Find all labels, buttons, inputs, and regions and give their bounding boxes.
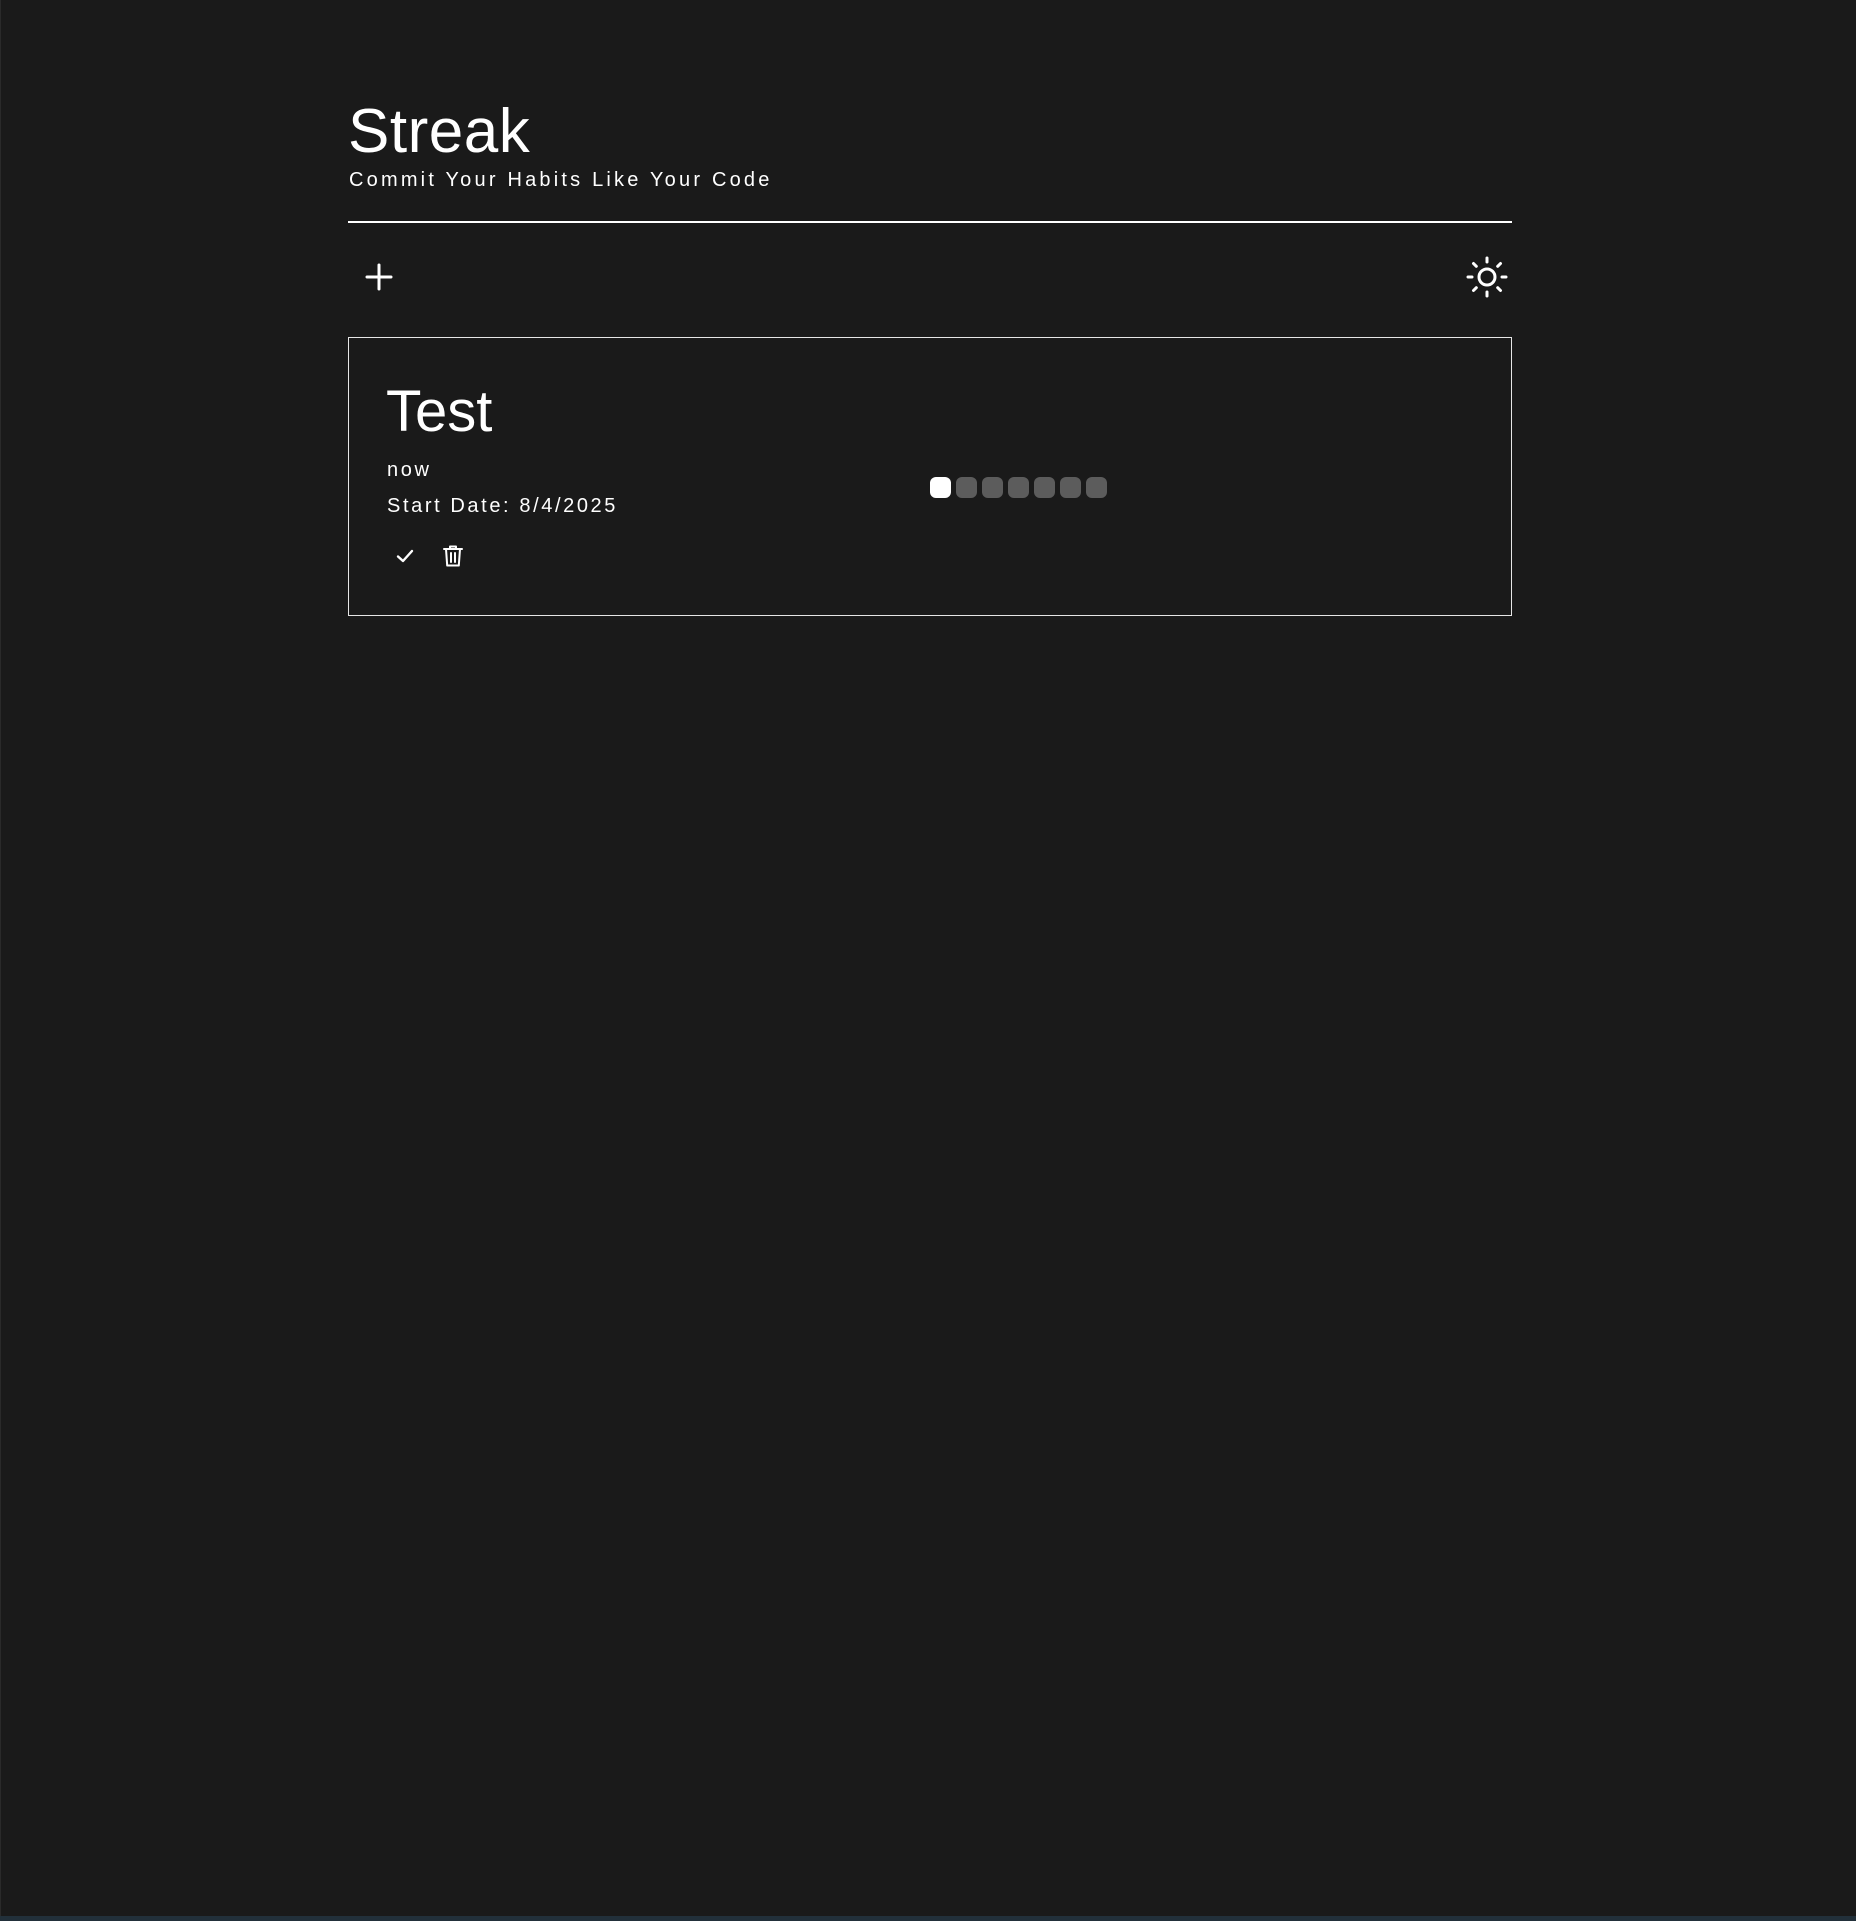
- streak-day: [1060, 477, 1081, 498]
- sun-icon: [1466, 256, 1508, 298]
- bottom-strip: [0, 1916, 1856, 1921]
- streak-day: [1034, 477, 1055, 498]
- habit-name: Test: [386, 379, 493, 444]
- delete-habit-button[interactable]: [435, 538, 471, 574]
- streak-day: [1086, 477, 1107, 498]
- app-title: Streak: [348, 97, 531, 166]
- streak-day: [1008, 477, 1029, 498]
- app-tagline: Commit Your Habits Like Your Code: [349, 169, 773, 191]
- streak-tracker: [930, 477, 1107, 498]
- check-icon: [396, 549, 414, 563]
- streak-day: [956, 477, 977, 498]
- header-divider: [348, 221, 1512, 223]
- streak-day: [930, 477, 951, 498]
- plus-icon: [365, 263, 393, 291]
- habit-card: Test now Start Date: 8/4/2025: [348, 337, 1512, 616]
- trash-icon: [443, 545, 463, 567]
- habit-frequency: now: [387, 459, 432, 481]
- page-edge: [0, 0, 1, 1921]
- toolbar: [348, 252, 1512, 302]
- streak-day: [982, 477, 1003, 498]
- complete-habit-button[interactable]: [387, 538, 423, 574]
- add-habit-button[interactable]: [354, 252, 404, 302]
- theme-toggle-button[interactable]: [1462, 252, 1512, 302]
- habit-start-date: Start Date: 8/4/2025: [387, 495, 619, 517]
